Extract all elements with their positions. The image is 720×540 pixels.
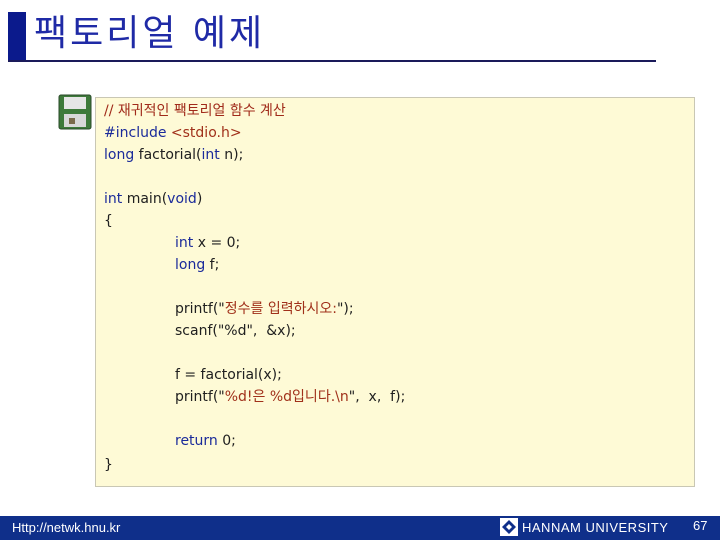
code-panel: // 재귀적인 팩토리얼 함수 계산 #include <stdio.h> lo… xyxy=(95,97,695,487)
footer-university: HANNAM UNIVERSITY xyxy=(522,520,669,535)
code-decl-x: int x = 0; xyxy=(175,235,241,251)
title-accent-bar xyxy=(8,12,26,62)
floppy-disk-icon xyxy=(58,94,92,130)
code-printf-result: printf("%d!은 %d입니다.\n", x, f); xyxy=(175,389,406,405)
footer-url: Http://netwk.hnu.kr xyxy=(12,520,121,535)
code-return: return 0; xyxy=(175,433,236,449)
code-brace-open: { xyxy=(104,213,113,229)
code-assign: f = factorial(x); xyxy=(175,367,282,383)
page-number: 67 xyxy=(693,518,708,533)
code-comment: // 재귀적인 팩토리얼 함수 계산 xyxy=(104,103,286,119)
slide-title: 팩토리얼 예제 xyxy=(34,13,266,54)
code-scanf: scanf("%d", &x); xyxy=(175,323,296,339)
code-decl-f: long f; xyxy=(175,257,220,273)
code-include-line: #include <stdio.h> xyxy=(104,125,242,141)
title-underline xyxy=(8,60,656,62)
code-main-line: int main(void) xyxy=(104,191,203,207)
code-printf-prompt: printf("정수를 입력하시오:"); xyxy=(175,301,354,317)
code-prototype-line: long factorial(int n); xyxy=(104,147,244,163)
code-brace-close: } xyxy=(104,457,113,473)
university-logo-icon xyxy=(500,518,518,536)
